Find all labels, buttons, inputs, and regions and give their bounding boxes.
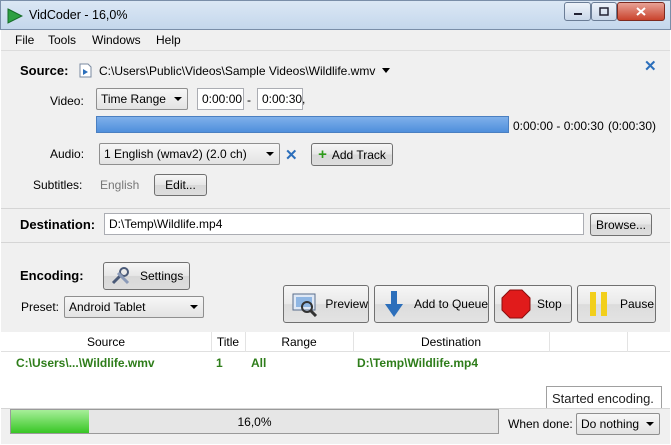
column-range[interactable]: Range [245,335,353,349]
range-slider[interactable] [96,116,509,133]
encoding-label: Encoding: [20,268,84,283]
add-track-label: Add Track [331,147,386,162]
pause-label: Pause [620,297,655,311]
status-tooltip: Started encoding. [546,386,662,410]
audio-track-select[interactable]: 1 English (wmav2) (2.0 ch) [99,143,280,165]
browse-button[interactable]: Browse... [590,213,652,236]
row-title: 1 [216,356,223,370]
column-destination[interactable]: Destination [353,335,549,349]
queue-header: Source Title Range Destination [1,332,670,352]
remove-audio-track-icon[interactable]: ✕ [285,146,298,164]
range-text: 0:00:00 - 0:00:30 [513,119,604,133]
when-done-label: When done: [508,417,573,431]
maximize-icon [599,7,609,16]
preset-value: Android Tablet [69,300,146,314]
source-path[interactable]: C:\Users\Public\Videos\Sample Videos\Wil… [99,64,375,78]
chevron-down-icon [174,97,182,101]
subtitles-value: English [100,178,140,192]
close-source-icon[interactable]: ✕ [644,57,657,75]
close-window-button[interactable] [617,2,665,21]
down-arrow-icon [381,289,408,319]
minimize-button[interactable] [564,2,591,21]
video-mode-value: Time Range [101,92,166,106]
menu-bar: File Tools Windows Help [1,30,670,51]
preview-icon [290,289,319,319]
row-source: C:\Users\...\Wildlife.wmv [16,356,155,370]
row-destination: D:\Temp\Wildlife.mp4 [357,356,479,370]
add-track-button[interactable]: + Add Track [311,143,393,166]
menu-file[interactable]: File [15,33,34,47]
settings-button[interactable]: Settings [103,262,190,290]
preview-label: Preview [325,297,368,311]
minimize-icon [573,12,582,15]
destination-path-field[interactable]: D:\Temp\Wildlife.mp4 [104,213,584,235]
window-title: VidCoder - 16,0% [29,8,128,22]
stop-icon [501,289,531,319]
vidcoder-logo-icon [7,8,23,24]
video-mode-select[interactable]: Time Range [96,88,188,110]
when-done-select[interactable]: Do nothing [576,413,660,435]
range-start-field[interactable]: 0:00:00 [197,88,244,110]
encode-progress-bar: 16,0% [10,409,499,434]
column-source[interactable]: Source [1,335,211,349]
progress-text: 16,0% [237,415,272,429]
maximize-button[interactable] [591,2,617,21]
source-dropdown-icon[interactable] [382,68,390,73]
audio-label: Audio: [50,147,85,161]
range-end-field[interactable]: 0:00:30, [257,88,305,110]
row-range: All [251,356,267,370]
menu-tools[interactable]: Tools [48,33,76,47]
when-done-value: Do nothing [581,417,640,431]
destination-label: Destination: [20,217,96,232]
chevron-down-icon [646,422,654,426]
stop-button[interactable]: Stop [494,285,572,323]
audio-track-value: 1 English (wmav2) (2.0 ch) [104,147,247,161]
chevron-down-icon [190,305,198,309]
range-dash: - [247,93,251,107]
preset-select[interactable]: Android Tablet [64,296,204,318]
pause-button[interactable]: Pause [577,285,656,323]
preview-button[interactable]: Preview [283,285,369,323]
tools-icon [111,267,130,285]
range-duration: (0:00:30) [608,119,657,133]
title-bar: VidCoder - 16,0% [0,0,671,30]
menu-windows[interactable]: Windows [92,33,141,47]
stop-label: Stop [537,297,562,311]
column-title[interactable]: Title [211,335,245,349]
chevron-down-icon [266,152,274,156]
menu-help[interactable]: Help [156,33,181,47]
settings-label: Settings [140,269,184,283]
close-icon [636,7,646,16]
source-label: Source: [20,63,69,78]
subtitles-label: Subtitles: [33,178,83,192]
video-file-icon [79,63,92,78]
add-to-queue-button[interactable]: Add to Queue [374,285,489,323]
edit-subtitles-button[interactable]: Edit... [154,174,207,196]
preset-label: Preset: [21,300,60,314]
pause-icon [584,289,614,319]
plus-icon: + [318,146,327,163]
video-label: Video: [50,94,84,108]
add-to-queue-label: Add to Queue [413,297,488,311]
